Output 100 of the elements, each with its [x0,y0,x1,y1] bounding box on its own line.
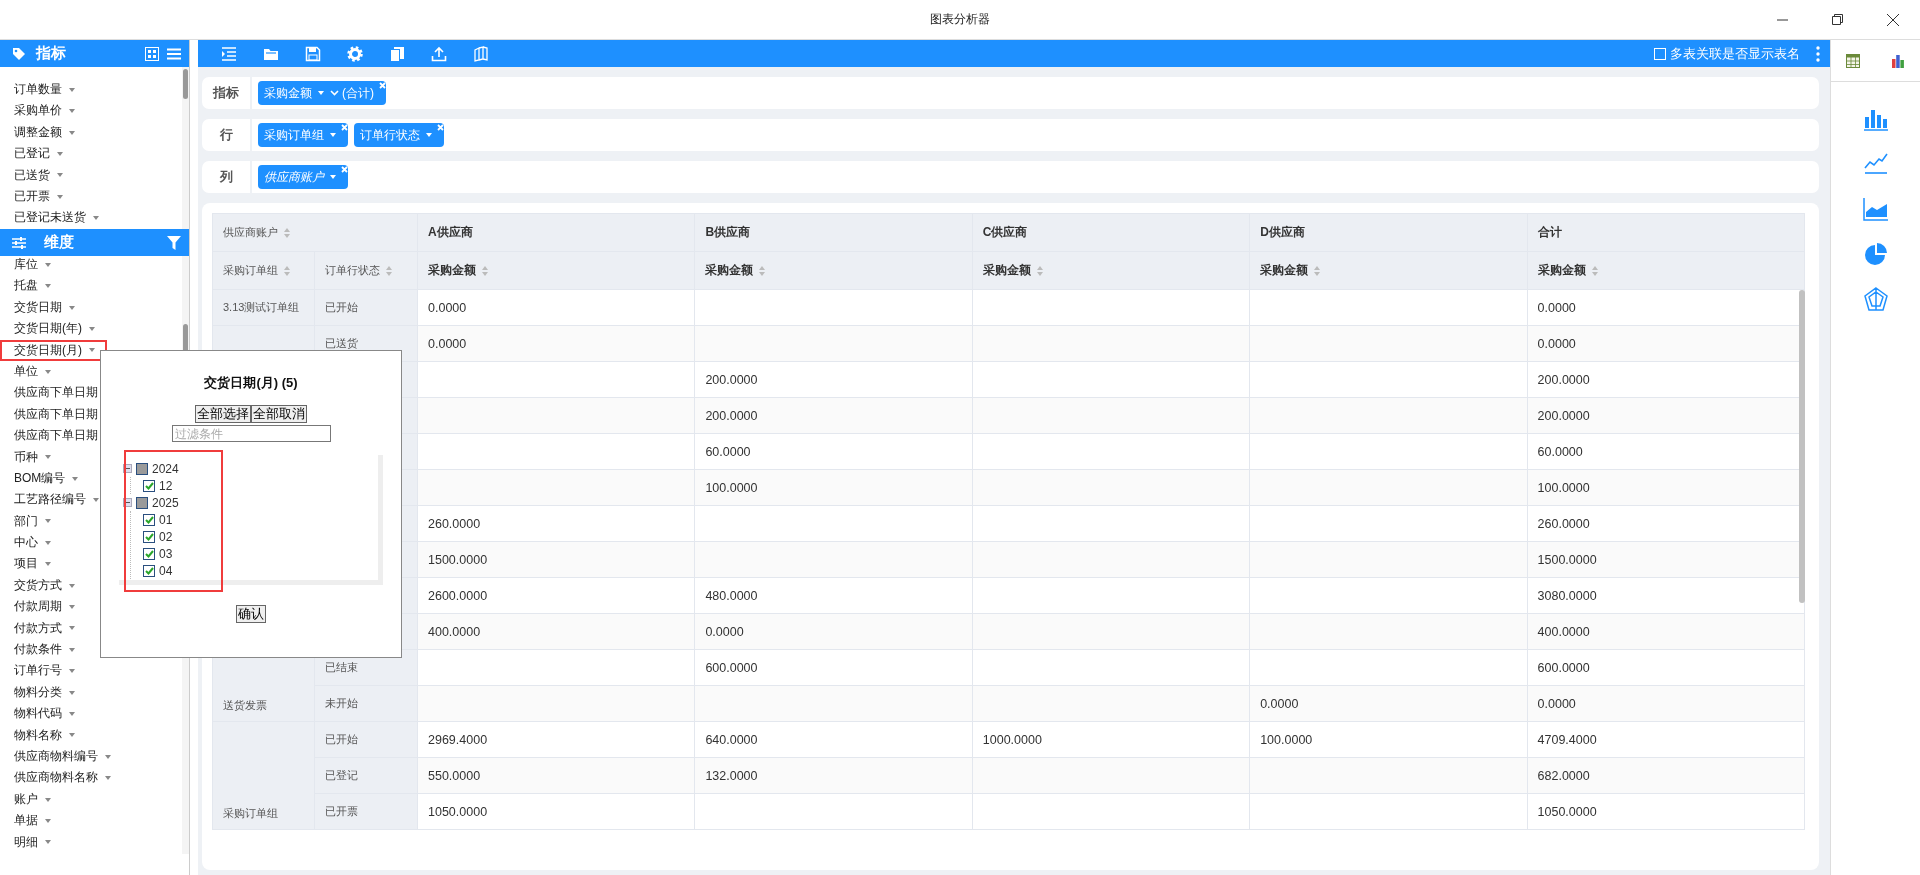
field-item[interactable]: 交货方式 [14,576,75,595]
indent-icon[interactable] [221,45,237,62]
filter-field[interactable]: 过滤条件 [171,425,331,442]
column-header[interactable]: 采购金额 [1249,251,1528,290]
chevron-down-icon[interactable] [330,90,339,96]
field-item[interactable]: 单位 [14,362,51,381]
checkbox[interactable] [143,547,155,560]
field-item[interactable]: 调整金额 [14,123,75,142]
field-item[interactable]: 供应商物料编号 [14,748,111,766]
close-icon[interactable] [1886,13,1899,26]
field-item[interactable]: 币种 [14,448,51,466]
field-item[interactable]: 项目 [14,555,51,573]
copy-icon[interactable] [389,45,405,62]
column-header[interactable]: 采购订单组 [212,251,315,290]
field-item[interactable]: 供应商下单日期 [14,384,98,402]
more-icon[interactable] [1816,45,1820,62]
field-item[interactable]: 物料名称 [14,726,75,745]
field-item[interactable]: 物料代码 [14,705,75,723]
tree-label[interactable]: 01 [159,512,173,527]
column-header[interactable]: 采购金额 [1527,251,1805,290]
select-button[interactable]: 全部选择 [195,405,251,423]
field-item[interactable]: 库位 [14,256,51,274]
line-chart-icon[interactable] [1861,151,1890,177]
sort-icon[interactable] [284,265,290,276]
tree-label[interactable]: 2024 [152,461,179,476]
field-item[interactable]: 订单数量 [14,81,75,99]
field-item[interactable]: 付款方式 [14,619,75,638]
minimize-icon[interactable] [1777,18,1788,21]
checkbox[interactable] [143,564,155,577]
tree-label[interactable]: 02 [159,529,173,544]
column-header[interactable]: 采购金额 [694,251,973,290]
field-item[interactable]: 交货日期 [14,298,75,317]
field-item[interactable]: 付款周期 [14,598,75,616]
field-item[interactable]: 托盘 [14,277,51,295]
caret-icon [45,369,51,374]
caret-icon[interactable] [330,133,336,137]
field-item[interactable]: 付款条件 [14,641,75,659]
field-item[interactable]: 供应商下单日期 [14,427,98,445]
collapse-icon[interactable] [123,464,132,473]
field-item[interactable]: 部门 [14,512,51,531]
field-item[interactable]: 已送货 [14,166,63,185]
upload-icon[interactable] [431,45,447,62]
area-chart-icon[interactable] [1861,196,1890,222]
field-item[interactable]: 交货日期(月) [2,341,105,360]
sort-icon[interactable] [1036,265,1043,276]
grid-icon[interactable] [145,46,159,61]
select-button[interactable]: 全部取消 [251,405,307,423]
restore-icon[interactable] [1832,14,1843,25]
save-icon[interactable] [305,45,321,62]
sort-icon[interactable] [482,265,488,276]
books-icon[interactable] [473,45,489,62]
checkbox[interactable] [143,530,155,543]
field-item[interactable]: 已登记未送货 [14,209,99,227]
checkbox[interactable] [136,496,148,509]
sort-icon[interactable] [759,265,766,276]
tree-label[interactable]: 04 [159,563,173,578]
table-cell: 200.0000 [694,397,973,434]
caret-icon [69,130,75,135]
tree-label[interactable]: 12 [159,478,173,493]
collapse-icon[interactable] [123,498,132,507]
column-header[interactable]: 采购金额 [972,251,1250,290]
caret-icon [45,540,51,545]
column-header[interactable]: 采购金额 [417,251,695,290]
caret-icon[interactable] [426,133,432,137]
field-item[interactable]: 采购单价 [14,102,75,120]
tree-label[interactable]: 03 [159,546,173,561]
field-item[interactable]: BOM编号 [14,469,79,488]
field-item[interactable]: 物料分类 [14,683,75,702]
field-item[interactable]: 供应商物料名称 [14,769,111,787]
field-item[interactable]: 交货日期(年) [14,320,95,338]
column-header[interactable]: 供应商账户 [212,213,418,252]
field-item[interactable]: 账户 [14,790,51,809]
sort-icon[interactable] [284,227,290,238]
checkbox[interactable] [143,513,155,526]
bar-chart-icon[interactable] [1890,53,1905,68]
sort-icon[interactable] [1314,265,1321,276]
caret-icon[interactable] [318,91,324,95]
field-item[interactable]: 已开票 [14,187,63,206]
tree-label[interactable]: 2025 [152,495,179,510]
field-item[interactable]: 单据 [14,812,51,830]
table-cell: 100.0000 [694,469,973,506]
radar-chart-icon[interactable] [1861,286,1890,312]
caret-icon [89,326,95,331]
menu-icon[interactable] [167,47,181,60]
settings-icon[interactable] [347,45,363,62]
column-header[interactable]: 订单行状态 [314,251,418,290]
caret-icon [105,776,111,781]
sort-icon[interactable] [386,265,392,276]
caret-icon[interactable] [330,175,336,179]
field-item[interactable]: 供应商下单日期 [14,405,98,424]
filter-icon[interactable] [167,235,181,250]
field-item[interactable]: 中心 [14,534,51,552]
table-icon[interactable] [1846,53,1861,68]
field-item[interactable]: 已登记 [14,145,63,163]
field-item[interactable]: 订单行号 [14,662,75,680]
sort-icon[interactable] [1591,265,1598,276]
field-item[interactable]: 明细 [14,833,51,852]
checkbox[interactable] [143,479,155,492]
confirm-button[interactable]: 确认 [236,605,266,623]
checkbox[interactable] [136,462,148,475]
